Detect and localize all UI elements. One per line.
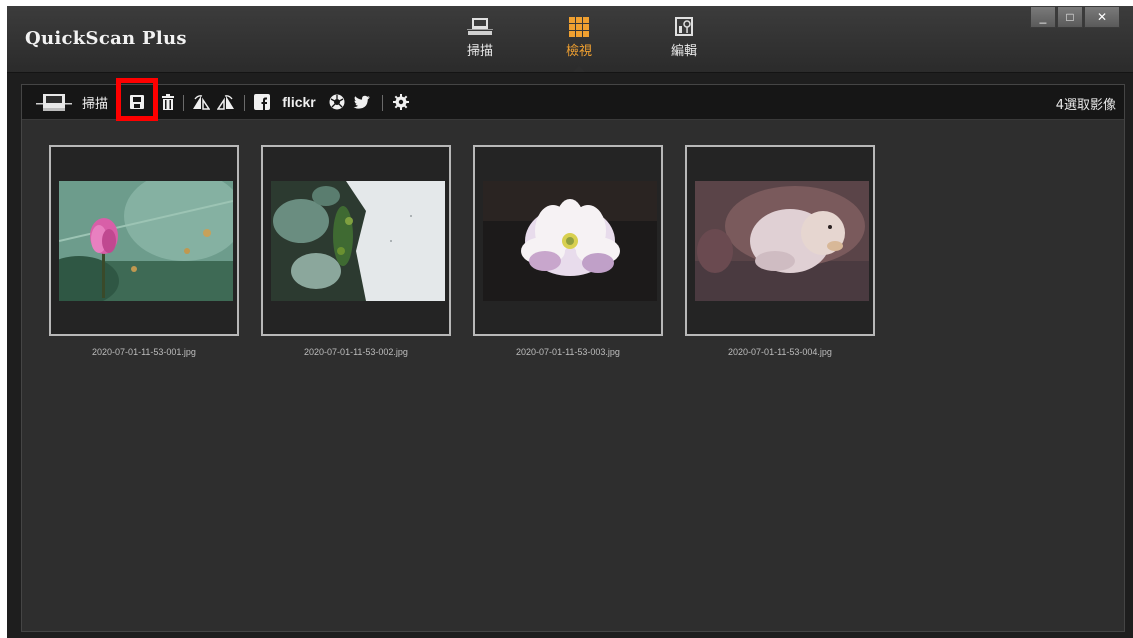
photo-thumbnail[interactable] bbox=[685, 145, 875, 336]
tab-scan[interactable]: 掃描 bbox=[450, 16, 510, 59]
picasa-icon bbox=[329, 94, 345, 110]
photo-filename: 2020-07-01-11-53-004.jpg bbox=[728, 347, 832, 357]
scan-text-button[interactable]: 掃描 bbox=[78, 85, 112, 119]
title-bar: QuickScan Plus 掃描 檢視 編輯 _ □ ✕ bbox=[7, 6, 1133, 73]
picasa-button[interactable] bbox=[326, 85, 348, 119]
rotate-right-button[interactable] bbox=[215, 85, 237, 119]
settings-button[interactable] bbox=[390, 85, 412, 119]
close-button[interactable]: ✕ bbox=[1084, 6, 1120, 28]
browser-panel: 掃描 flickr 4選取影像 2020-07-01-11-53-001.jpg… bbox=[21, 78, 1125, 632]
tab-scan-label: 掃描 bbox=[466, 44, 493, 59]
scan-label: 掃描 bbox=[81, 96, 108, 112]
twitter-button[interactable] bbox=[351, 85, 373, 119]
toolbar-divider bbox=[244, 95, 245, 111]
gear-icon bbox=[393, 94, 409, 110]
flickr-button[interactable]: flickr bbox=[276, 85, 322, 119]
flickr-label: flickr bbox=[282, 94, 316, 110]
rotate-left-icon bbox=[193, 95, 210, 110]
toolbar-divider bbox=[382, 95, 383, 111]
facebook-icon bbox=[254, 94, 270, 110]
photo-thumbnail[interactable] bbox=[261, 145, 451, 336]
app-title: QuickScan Plus bbox=[25, 28, 187, 49]
app-window: QuickScan Plus 掃描 檢視 編輯 _ □ ✕ 掃描 flickr … bbox=[7, 6, 1133, 638]
highlight-box bbox=[116, 78, 158, 121]
scanner-icon bbox=[467, 18, 493, 35]
minimize-button[interactable]: _ bbox=[1030, 6, 1056, 28]
maximize-button[interactable]: □ bbox=[1057, 6, 1083, 28]
grid-view-icon bbox=[569, 17, 589, 37]
leaves-photo bbox=[271, 181, 445, 301]
duckling-photo bbox=[695, 181, 869, 301]
delete-button[interactable] bbox=[161, 85, 175, 119]
tab-view[interactable]: 檢視 bbox=[549, 16, 609, 72]
photo-filename: 2020-07-01-11-53-003.jpg bbox=[516, 347, 620, 357]
selection-count: 4選取影像 bbox=[1055, 98, 1116, 113]
tab-edit-label: 編輯 bbox=[670, 44, 697, 59]
tab-view-label: 檢視 bbox=[565, 44, 592, 59]
lotus-bud-photo bbox=[59, 181, 233, 301]
trash-icon bbox=[162, 94, 174, 110]
toolbar: 掃描 flickr 4選取影像 bbox=[22, 78, 1124, 121]
toolbar-divider bbox=[183, 95, 184, 111]
scanner-icon bbox=[36, 94, 72, 111]
rotate-right-icon bbox=[217, 95, 234, 110]
photo-thumbnail[interactable] bbox=[473, 145, 663, 336]
facebook-button[interactable] bbox=[251, 85, 273, 119]
white-lotus-photo bbox=[483, 181, 657, 301]
edit-icon bbox=[675, 17, 693, 36]
photo-thumbnail[interactable] bbox=[49, 145, 239, 336]
photo-filename: 2020-07-01-11-53-001.jpg bbox=[92, 347, 196, 357]
twitter-icon bbox=[353, 95, 370, 109]
tab-edit[interactable]: 編輯 bbox=[654, 16, 714, 59]
rotate-left-button[interactable] bbox=[190, 85, 212, 119]
scan-button[interactable] bbox=[34, 85, 74, 119]
photo-filename: 2020-07-01-11-53-002.jpg bbox=[304, 347, 408, 357]
